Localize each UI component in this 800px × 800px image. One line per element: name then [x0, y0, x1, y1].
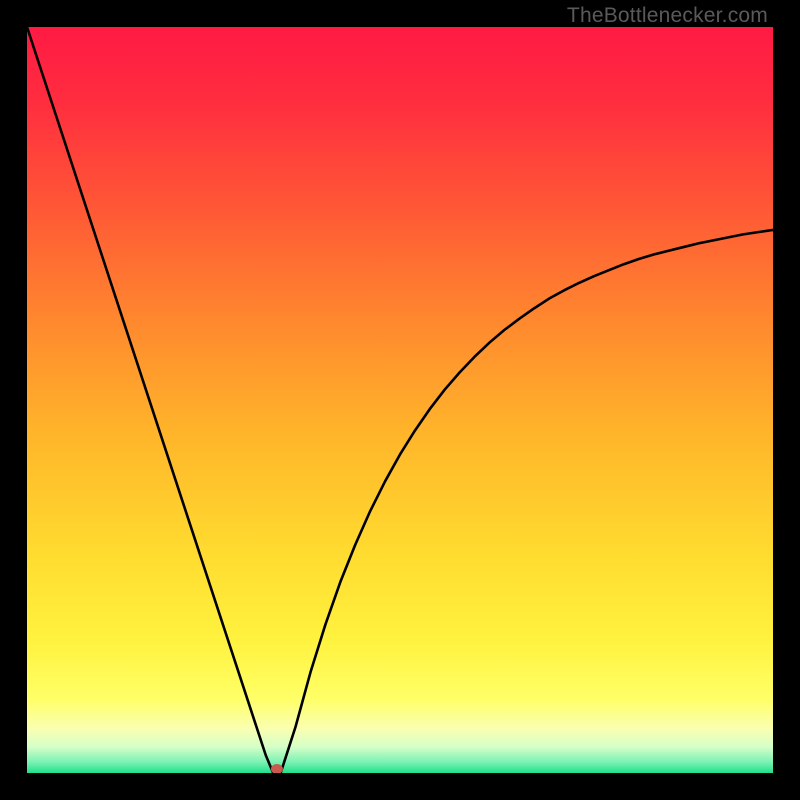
chart-frame — [27, 27, 773, 773]
chart-background — [27, 27, 773, 773]
watermark-text: TheBottlenecker.com — [567, 4, 768, 28]
bottleneck-chart — [27, 27, 773, 773]
